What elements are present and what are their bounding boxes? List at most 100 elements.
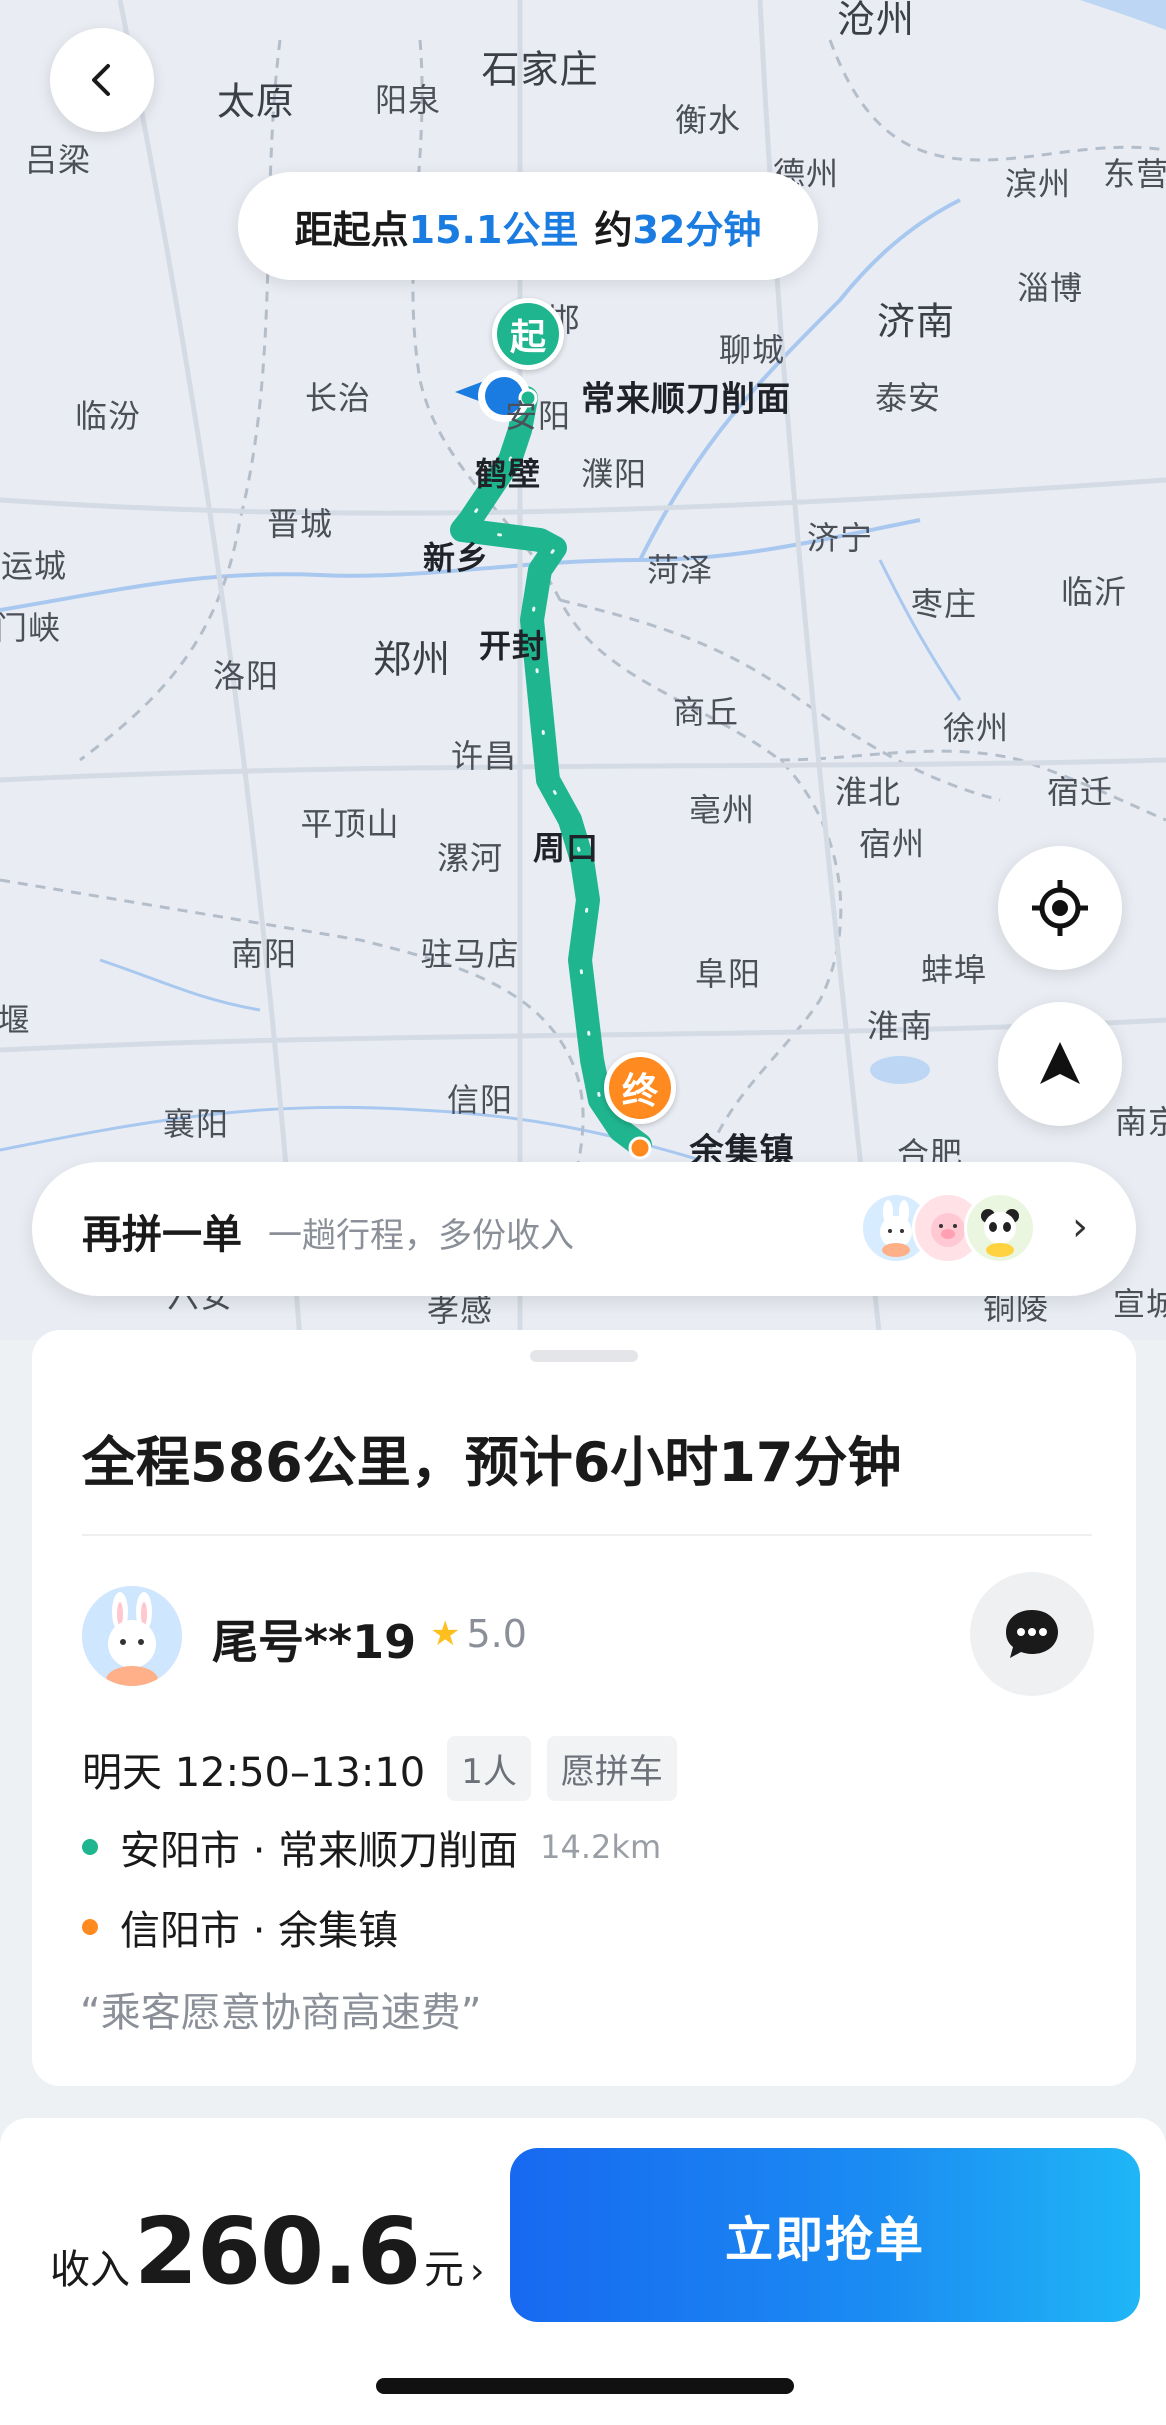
city-label: 晋城 [266,505,334,543]
city-label: 淄博 [1016,269,1084,307]
city-label: 滨州 [1004,165,1072,203]
passenger-remark: “乘客愿意协商高速费” [80,1990,482,2036]
city-label: 枣庄 [910,585,978,623]
city-label: 蚌埠 [920,951,988,989]
city-label: 徐州 [942,709,1010,747]
income-label: 收入 [50,2247,130,2293]
chevron-left-icon [92,64,110,96]
city-label: 周口 [532,829,600,867]
pickup-time: 明天 12:50–13:10 [82,1749,426,1796]
city-label: 聊城 [718,331,786,369]
city-label: 沧州 [836,0,916,42]
rabbit-avatar-icon [82,1586,182,1686]
income-summary[interactable]: 收入 260.6 元 › [50,2198,484,2305]
origin-text: 安阳市 · 常来顺刀削面 [120,1828,519,1874]
star-icon: ★ [430,1614,461,1654]
distance-eta-pill: 距起点 15.1公里 约 32分钟 [238,172,818,280]
chat-bubble-icon [1006,1610,1058,1658]
origin-dot-icon [82,1839,98,1855]
city-label: 菏泽 [646,551,714,589]
origin-row: 安阳市 · 常来顺刀削面 14.2km [82,1818,661,1876]
origin-distance: 14.2km [540,1828,662,1866]
city-label: 石家庄 [481,47,599,92]
order-card: 全程586公里，预计6小时17分钟 尾号**19 ★ 5.0 明天 12:50–… [32,1330,1136,2086]
grab-order-button[interactable]: 立即抢单 [510,2148,1140,2322]
city-label: 淮北 [834,773,902,811]
chevron-right-icon: › [1072,1204,1088,1250]
locate-button[interactable] [998,846,1122,970]
rating-value: 5.0 [466,1612,527,1656]
city-label: 阜阳 [694,955,762,993]
destination-row: 信阳市 · 余集镇 [82,1898,398,1956]
distance-value: 15.1公里 [408,207,579,252]
pickup-time-row: 明天 12:50–13:10 1人 愿拼车 [82,1736,677,1801]
city-label: 长治 [304,379,372,417]
city-label: 门峡 [0,609,62,647]
passenger-rating: ★ 5.0 [430,1612,527,1656]
city-label: 运城 [0,547,68,585]
city-label: 商丘 [672,693,740,731]
avatar-stack [860,1192,1040,1266]
city-label: 东营 [1102,155,1166,193]
city-label: 宣城 [1112,1285,1166,1323]
city-label: 安阳 [504,397,572,435]
distance-prefix: 距起点 [294,207,409,252]
city-label: 泰安 [874,379,942,417]
start-location-label: 常来顺刀削面 [581,379,791,420]
panda-avatar [964,1192,1036,1264]
city-label: 漯河 [436,839,504,877]
map-view[interactable]: 沧州 太原 阳泉 石家庄 衡水 吕梁 德州 滨州 东营 济南 淄博 邯 聊城 长… [0,0,1166,1340]
city-label: 信阳 [446,1081,514,1119]
city-label: 衡水 [674,101,742,139]
city-label: 南阳 [230,935,298,973]
carpool-tag: 愿拼车 [546,1736,677,1801]
city-label: 襄阳 [162,1105,230,1143]
city-label: 宿迁 [1046,773,1114,811]
city-label: 鹤壁 [474,455,542,493]
carpool-subtitle: 一趟行程，多份收入 [268,1216,574,1256]
destination-text: 信阳市 · 余集镇 [120,1908,399,1954]
navigation-arrow-icon [1040,1042,1080,1084]
city-label: 济南 [876,299,956,344]
city-label: 淮南 [866,1007,934,1045]
city-label: 南京 [1114,1103,1166,1141]
city-label: 许昌 [450,737,518,775]
city-label: 亳州 [688,791,756,829]
city-label: 堰 [0,1001,31,1039]
chat-button[interactable] [970,1572,1094,1696]
income-amount: 260.6 [134,2198,421,2305]
city-label: 吕梁 [24,141,92,179]
city-label: 临沂 [1060,573,1128,611]
eta-prefix: 约 [594,207,633,252]
city-label: 阳泉 [374,81,442,119]
drag-handle[interactable] [530,1350,638,1362]
income-unit: 元 [424,2247,465,2293]
city-label: 郑州 [372,637,452,682]
city-label: 宿州 [858,825,926,863]
city-label: 济宁 [806,519,874,557]
city-label: 开封 [478,627,546,665]
home-indicator[interactable] [376,2378,794,2394]
city-label: 新乡 [422,539,490,577]
start-pin: 起 [492,298,564,370]
back-button[interactable] [50,28,154,132]
divider [82,1534,1092,1536]
end-pin: 终 [604,1052,676,1124]
passenger-avatar [82,1586,182,1686]
city-label: 临汾 [74,397,142,435]
city-label: 太原 [216,79,296,124]
eta-value: 32分钟 [632,207,762,252]
city-label: 平顶山 [300,805,400,843]
navigate-button[interactable] [998,1002,1122,1126]
passenger-count-tag: 1人 [447,1736,531,1801]
crosshair-icon [1032,880,1088,936]
city-label: 洛阳 [212,657,280,695]
carpool-title: 再拼一单 [82,1212,242,1258]
carpool-banner[interactable]: 再拼一单 一趟行程，多份收入 › [32,1162,1136,1296]
destination-dot-icon [82,1919,98,1935]
passenger-name: 尾号**19 [212,1615,417,1669]
trip-summary: 全程586公里，预计6小时17分钟 [82,1431,902,1494]
city-label: 驻马店 [420,935,520,973]
chevron-right-icon: › [470,2251,485,2292]
city-label: 濮阳 [580,455,648,493]
